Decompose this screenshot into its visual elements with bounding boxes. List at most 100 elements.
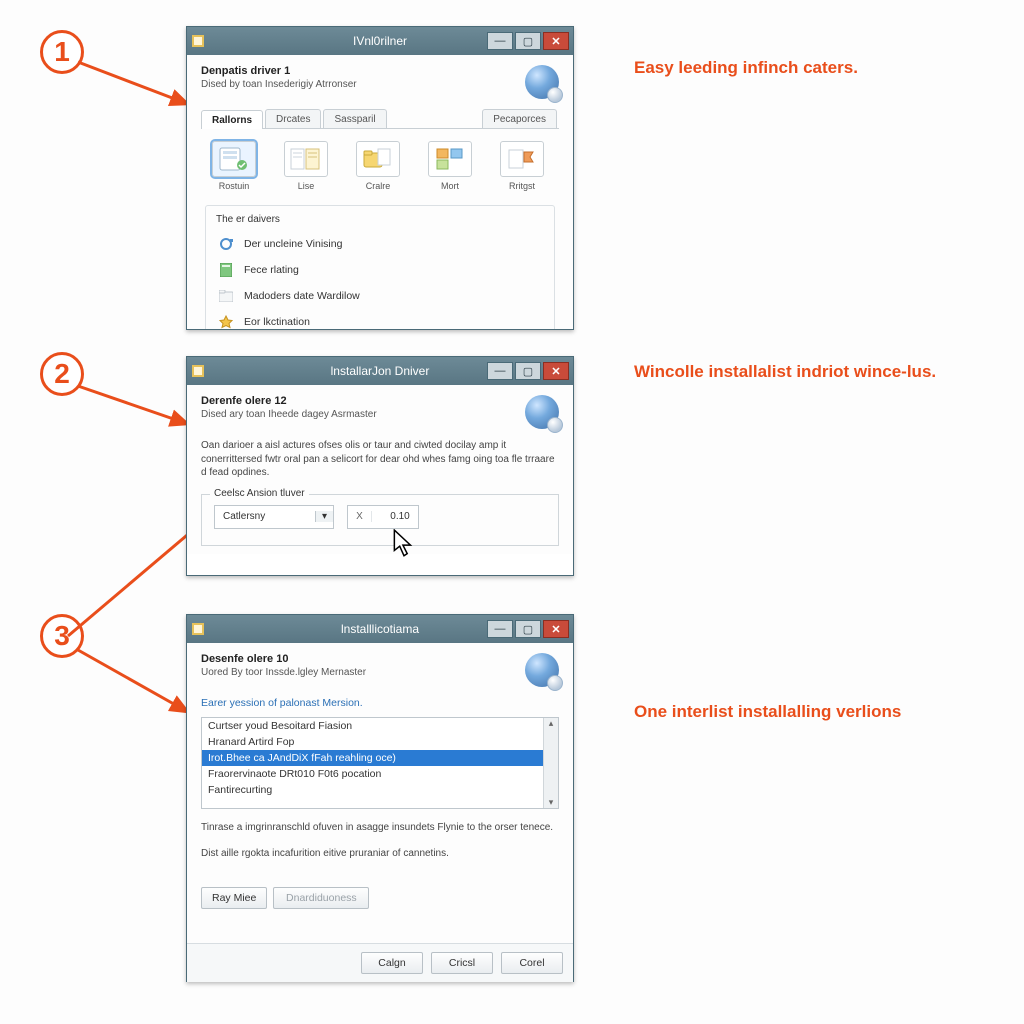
step-3-number: 3	[54, 620, 70, 652]
item-label: Fece rlating	[244, 264, 299, 276]
tool-label: Rostuin	[219, 181, 250, 191]
step-2-caption: Wincolle installalist indriot wince-lus.	[634, 362, 994, 382]
titlebar-2[interactable]: lnstallarJon Dniver — ▢ ✕	[187, 357, 573, 385]
maximize-button[interactable]: ▢	[515, 620, 541, 638]
item-label: Eor lkctination	[244, 316, 310, 328]
combo-value: Catlersny	[215, 511, 315, 522]
maximize-button[interactable]: ▢	[515, 362, 541, 380]
close-button[interactable]: ✕	[543, 32, 569, 50]
scroll-down-icon[interactable]: ▾	[549, 797, 554, 808]
sys-icon	[191, 34, 205, 48]
list-item[interactable]: Madoders date Wardilow	[216, 283, 544, 309]
list-item[interactable]: Fece rlating	[216, 257, 544, 283]
scroll-up-icon[interactable]: ▴	[549, 718, 554, 729]
tab-sassparil[interactable]: Sassparil	[323, 109, 386, 128]
step-2-number: 2	[54, 358, 70, 390]
step-1-caption: Easy leeding infinch caters.	[634, 58, 994, 78]
globe-icon	[525, 65, 559, 99]
note-tag-icon	[500, 141, 544, 177]
step-2-badge: 2	[40, 352, 84, 396]
list-item[interactable]: Eor lkctination	[216, 309, 544, 330]
view-toolbar: Rostuin Lise Cralre Mort	[201, 129, 559, 199]
list-item[interactable]: Curtser youd Besoitard Fiasion	[202, 718, 558, 734]
tool-label: Cralre	[366, 181, 391, 191]
close-button[interactable]: ✕	[543, 362, 569, 380]
step-1-number: 1	[54, 36, 70, 68]
wizard-subtitle-2: Dised ary toan Iheede dagey Asrmaster	[201, 409, 377, 420]
version-listbox[interactable]: Curtser youd Besoitard Fiasion Hranard A…	[201, 717, 559, 809]
tabs: Rallorns Drcates Sassparil Pecaporces	[201, 109, 559, 129]
minimize-button[interactable]: —	[487, 362, 513, 380]
maximize-button[interactable]: ▢	[515, 32, 541, 50]
tab-drcates[interactable]: Drcates	[265, 109, 321, 128]
tool-lise[interactable]: Lise	[279, 141, 333, 191]
tool-label: Rritgst	[509, 181, 535, 191]
ray-button[interactable]: Ray Miee	[201, 887, 267, 909]
window-2: lnstallarJon Dniver — ▢ ✕ Derenfe olere …	[186, 356, 574, 576]
tool-label: Lise	[298, 181, 315, 191]
minimize-button[interactable]: —	[487, 620, 513, 638]
drivers-group: The er daivers Der uncleine Vinising Fec…	[205, 205, 555, 330]
sys-icon	[191, 364, 205, 378]
list-item[interactable]: Fantirecurting	[202, 782, 558, 798]
tool-rostuin[interactable]: Rostuin	[207, 141, 261, 191]
close-button[interactable]: ✕	[543, 620, 569, 638]
list-item[interactable]: Fraorervinaote DRt010 F0t6 pocation	[202, 766, 558, 782]
refresh-icon	[218, 236, 234, 252]
arrow-2a	[70, 380, 200, 440]
dnard-button[interactable]: Dnardiduoness	[273, 887, 369, 909]
wizard-subtitle-3: Uored By toor Inssde.lgley Mernaster	[201, 667, 366, 678]
note-1: Tinrase a imgrinranschld ofuven in asagg…	[201, 821, 559, 835]
num-label: X	[348, 511, 372, 522]
globe-icon	[525, 395, 559, 429]
wizard-subtitle-1: Dised by toan Insederigiy Atrronser	[201, 79, 357, 90]
titlebar-3[interactable]: lnstalllicotiama — ▢ ✕	[187, 615, 573, 643]
version-link[interactable]: Earer yession of palonast Mersion.	[201, 697, 559, 709]
two-pages-icon	[284, 141, 328, 177]
window-3: lnstalllicotiama — ▢ ✕ Desenfe olere 10 …	[186, 614, 574, 982]
close-dialog-button[interactable]: Corel	[501, 952, 563, 974]
step-3-badge: 3	[40, 614, 84, 658]
note-2: Dist aille rgokta incafurition eitive pr…	[201, 847, 559, 861]
wizard-title-1: Denpatis driver 1	[201, 65, 357, 77]
titlebar-1[interactable]: IVnl0rilner — ▢ ✕	[187, 27, 573, 55]
tab-pecaporces[interactable]: Pecaporces	[482, 109, 557, 128]
group-title: The er daivers	[216, 214, 544, 225]
page-check-icon	[212, 141, 256, 177]
version-input[interactable]: X 0.10	[347, 505, 419, 529]
green-doc-icon	[218, 262, 234, 278]
tiles-icon	[428, 141, 472, 177]
star-icon	[218, 314, 234, 330]
chevron-down-icon: ▾	[315, 511, 333, 522]
tool-label: Mort	[441, 181, 459, 191]
cursor-icon	[393, 529, 415, 559]
step-3-caption: One interlist installalling verlions	[634, 702, 994, 722]
tab-rallorns[interactable]: Rallorns	[201, 110, 263, 129]
item-label: Madoders date Wardilow	[244, 290, 360, 302]
list-item[interactable]: Hranard Artird Fop	[202, 734, 558, 750]
list-item[interactable]: Der uncleine Vinising	[216, 231, 544, 257]
ok-button[interactable]: Calgn	[361, 952, 423, 974]
step-1-badge: 1	[40, 30, 84, 74]
tool-mort[interactable]: Mort	[423, 141, 477, 191]
scrollbar[interactable]: ▴ ▾	[543, 718, 558, 808]
dialog-footer: Calgn Cricsl Corel	[187, 943, 573, 982]
fieldset-legend: Ceelsc Ansion tluver	[210, 488, 309, 499]
tool-rritgst[interactable]: Rritgst	[495, 141, 549, 191]
tool-cralre[interactable]: Cralre	[351, 141, 405, 191]
driver-combo[interactable]: Catlersny ▾	[214, 505, 334, 529]
cancel-button[interactable]: Cricsl	[431, 952, 493, 974]
item-label: Der uncleine Vinising	[244, 238, 342, 250]
folder-small-icon	[218, 288, 234, 304]
arrow-3-down	[70, 644, 200, 724]
minimize-button[interactable]: —	[487, 32, 513, 50]
folder-page-icon	[356, 141, 400, 177]
wizard-title-3: Desenfe olere 10	[201, 653, 366, 665]
wizard-title-2: Derenfe olere 12	[201, 395, 377, 407]
driver-fieldset: Ceelsc Ansion tluver Catlersny ▾ X 0.10	[201, 494, 559, 546]
window-1: IVnl0rilner — ▢ ✕ Denpatis driver 1 Dise…	[186, 26, 574, 330]
description-text: Oan darioer a aisl actures ofses olis or…	[201, 439, 559, 480]
sys-icon	[191, 622, 205, 636]
list-item-selected[interactable]: Irot.Bhee ca JAndDiX fFah reahling oce)	[202, 750, 558, 766]
num-value: 0.10	[372, 511, 418, 522]
